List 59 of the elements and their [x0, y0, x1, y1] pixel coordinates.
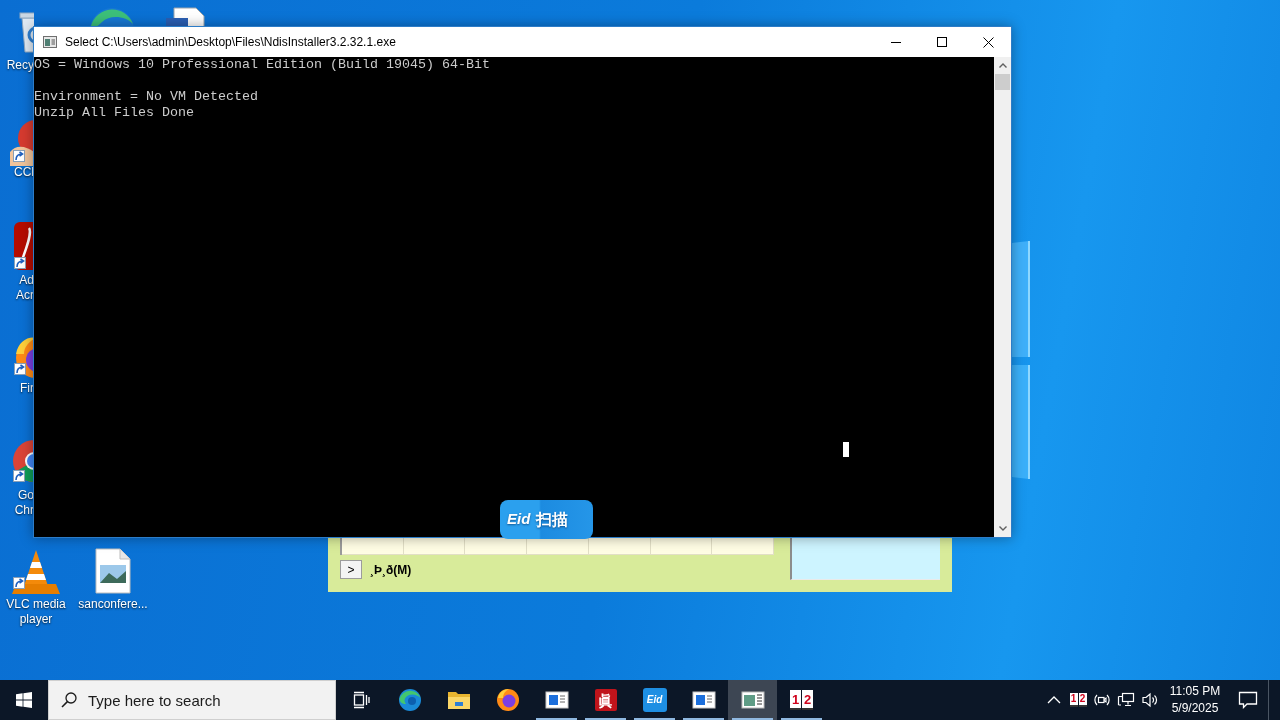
table-cell	[588, 538, 651, 555]
search-icon	[61, 692, 77, 708]
panel-label: ¸Þ¸ð(M)	[370, 561, 412, 579]
taskbar-button[interactable]: 眞	[581, 680, 630, 720]
table-cell	[342, 538, 404, 555]
chevron-up-icon	[1047, 696, 1061, 704]
browser-icon	[397, 688, 422, 712]
console-line: Environment = No VM Detected	[34, 89, 258, 105]
camera-icon	[1094, 692, 1110, 708]
search-field[interactable]: Type here to search	[48, 680, 336, 720]
digit-tile: 2	[1078, 693, 1087, 707]
digit-tile: 1	[790, 690, 801, 710]
volume-icon	[1141, 692, 1159, 708]
table-cell	[712, 538, 775, 555]
network-icon	[1117, 692, 1135, 708]
app-glyph-tile: 眞	[594, 689, 617, 711]
app-logo-tile: Eid	[642, 688, 667, 712]
icon-label: VLC media	[5, 597, 67, 612]
windows-logo-icon	[16, 692, 32, 708]
icon-label: Recy	[5, 58, 34, 73]
scrollbar[interactable]	[994, 57, 1011, 537]
clock-date[interactable]: 5/9/2025	[1171, 700, 1219, 717]
app-window-icon	[544, 690, 569, 710]
console-line: OS = Windows 10 Professional Edition (Build 19045) 64-Bit	[34, 57, 490, 73]
chevron-down-icon	[998, 526, 1007, 531]
app-window-icon	[740, 690, 765, 710]
scrollbar-thumb[interactable]	[995, 74, 1010, 90]
expand-button[interactable]: >	[340, 560, 362, 579]
icon-label: sanconfere...	[77, 597, 149, 612]
icon-label: Acr	[15, 288, 34, 303]
icon-label: Go	[17, 488, 34, 503]
icon-label: Fir	[19, 381, 34, 396]
console-line: Unzip All Files Done	[34, 105, 194, 121]
browser-icon	[495, 688, 520, 712]
minimize-icon	[891, 41, 901, 43]
maximize-icon	[937, 37, 947, 47]
icon-label: CCl	[13, 165, 34, 180]
cursor-block-icon	[843, 442, 849, 457]
console-app-icon	[43, 36, 57, 48]
app-window-icon	[691, 690, 716, 710]
taskbar-button[interactable]: 1 2	[777, 680, 826, 720]
digit-tile: 1	[1069, 693, 1078, 707]
icon-label: player	[18, 612, 54, 627]
icon-label: Ad	[18, 273, 34, 288]
taskbar-button[interactable]	[728, 680, 777, 720]
clock-time[interactable]: 11:05 PM	[1169, 683, 1221, 700]
notification-icon	[1238, 691, 1258, 709]
scan-button[interactable]: Eid 扫描	[500, 500, 593, 539]
chevron-up-icon	[998, 63, 1007, 68]
table-cell	[465, 538, 528, 555]
table-cell	[650, 538, 713, 555]
table-cell	[403, 538, 466, 555]
icon-label: Chr	[13, 503, 34, 518]
taskbar-button[interactable]: Eid	[630, 680, 679, 720]
tray-button[interactable]: 1 2	[1066, 680, 1090, 720]
close-icon	[982, 36, 994, 48]
digit-tile: 2	[802, 690, 813, 710]
window-title: Select C:\Users\admin\Desktop\Files\NdisInstaller3.2.32.1.exe	[65, 34, 396, 51]
folder-icon	[446, 690, 471, 710]
